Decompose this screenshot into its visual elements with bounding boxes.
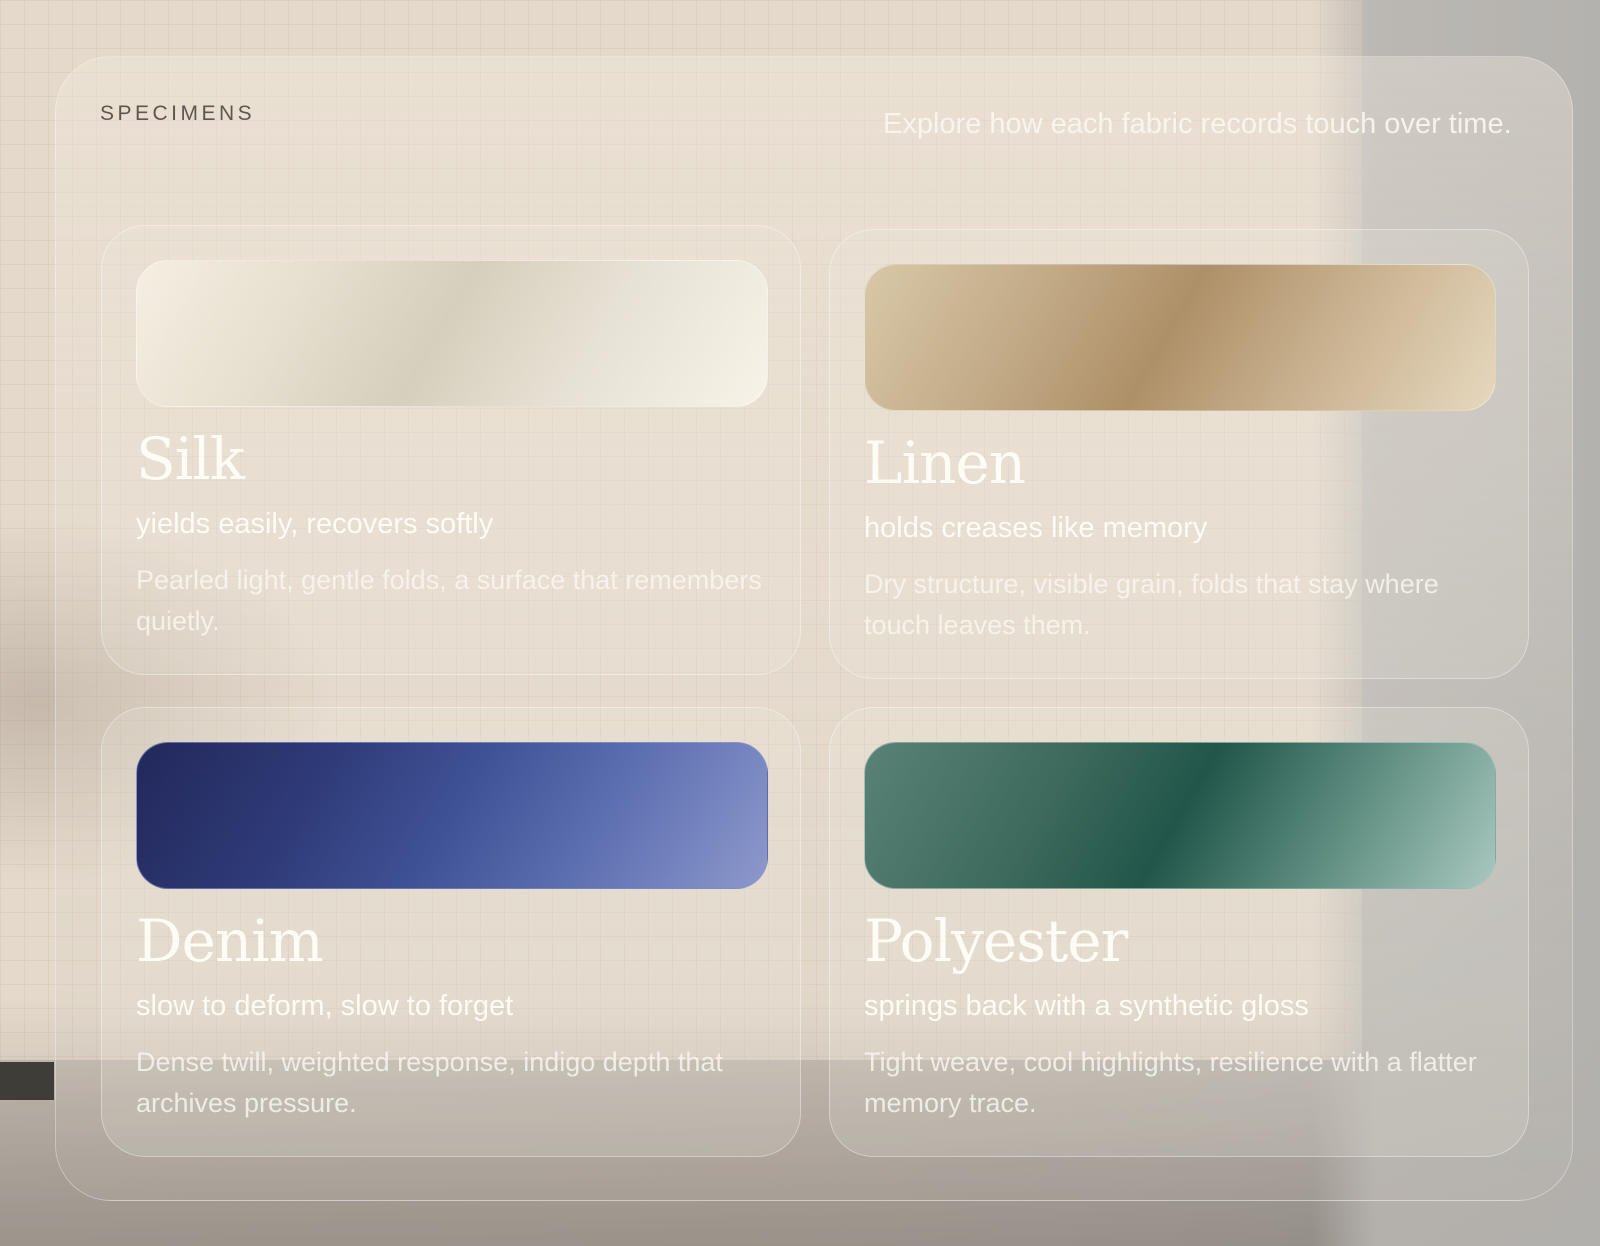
fabric-card-silk[interactable]: Silk yields easily, recovers softly Pear… [101, 225, 801, 675]
fabric-swatch-polyester [864, 742, 1496, 889]
fabric-description: Pearled light, gentle folds, a surface t… [136, 565, 762, 636]
fabric-name: Polyester [864, 907, 1128, 975]
fabric-description: Dense twill, weighted response, indigo d… [136, 1047, 723, 1118]
section-kicker: SPECIMENS [100, 102, 256, 125]
fabric-tagline: springs back with a synthetic gloss [864, 990, 1309, 1022]
background-edge-block [0, 1062, 54, 1100]
fabric-swatch-silk [136, 260, 768, 407]
fabric-description: Dry structure, visible grain, folds that… [864, 569, 1439, 640]
fabric-name: Silk [136, 425, 245, 493]
fabric-description: Tight weave, cool highlights, resilience… [864, 1047, 1477, 1118]
fabric-swatch-linen [864, 264, 1496, 411]
fabric-swatch-denim [136, 742, 768, 889]
fabric-name: Linen [864, 429, 1026, 497]
section-intro: Explore how each fabric records touch ov… [883, 108, 1512, 140]
fabric-card-denim[interactable]: Denim slow to deform, slow to forget Den… [101, 707, 801, 1157]
fabric-tagline: holds creases like memory [864, 512, 1208, 544]
fabric-tagline: slow to deform, slow to forget [136, 990, 514, 1022]
fabric-tagline: yields easily, recovers softly [136, 508, 494, 540]
fabric-name: Denim [136, 907, 324, 975]
fabric-card-polyester[interactable]: Polyester springs back with a synthetic … [829, 707, 1529, 1157]
fabric-card-linen[interactable]: Linen holds creases like memory Dry stru… [829, 229, 1529, 679]
